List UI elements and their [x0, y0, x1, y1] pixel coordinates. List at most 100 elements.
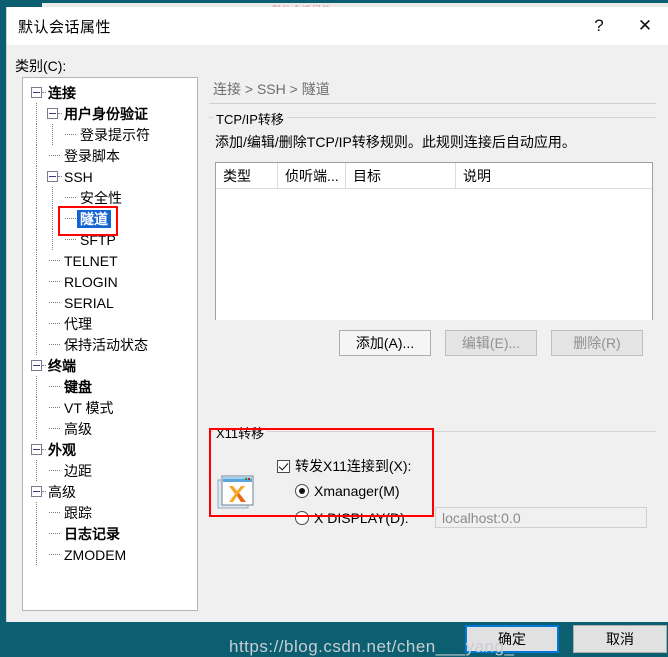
- ok-button[interactable]: 确定: [465, 625, 559, 653]
- table-column-header[interactable]: 说明: [456, 163, 652, 188]
- sidebar-item[interactable]: SSH: [23, 166, 197, 187]
- xdisplay-input: localhost:0.0: [435, 507, 647, 528]
- tree-collapse-icon[interactable]: [31, 444, 42, 455]
- sidebar-item[interactable]: SFTP: [23, 229, 197, 250]
- tree-guide: [36, 229, 38, 250]
- sidebar-item[interactable]: RLOGIN: [23, 271, 197, 292]
- sidebar-item-label: 日志记录: [64, 525, 120, 542]
- sidebar-item[interactable]: 用户身份验证: [23, 103, 197, 124]
- table-column-header[interactable]: 目标: [346, 163, 456, 188]
- sidebar-item-label: TELNET: [64, 252, 118, 269]
- sidebar-item[interactable]: ZMODEM: [23, 544, 197, 565]
- xdisplay-radio[interactable]: [295, 511, 309, 525]
- dialog-body: 类别(C): 连接 用户身份验证 登录提示符 登录脚本 SSH 安全性 隧道 SFTP TELN…: [7, 45, 668, 656]
- tree-collapse-icon[interactable]: [47, 171, 58, 182]
- tree-guide: [36, 544, 38, 565]
- tree-connector: [42, 92, 46, 94]
- tree-connector: [49, 302, 60, 304]
- sidebar-item-label: RLOGIN: [64, 273, 118, 290]
- table-body[interactable]: [216, 189, 652, 320]
- tree-connector: [49, 386, 60, 388]
- forwarding-rules-table[interactable]: 类型 侦听端... 目标 说明: [215, 162, 653, 320]
- sidebar-item[interactable]: 外观: [23, 439, 197, 460]
- tree-collapse-icon[interactable]: [31, 486, 42, 497]
- window-title: 默认会话属性: [18, 18, 112, 36]
- tree-guide: [36, 397, 38, 418]
- sidebar-item[interactable]: 保持活动状态: [23, 334, 197, 355]
- tree-connector: [49, 470, 60, 472]
- sidebar-item[interactable]: 高级: [23, 418, 197, 439]
- sidebar-item[interactable]: 登录提示符: [23, 124, 197, 145]
- close-icon[interactable]: ✕: [622, 7, 668, 45]
- tree-collapse-icon[interactable]: [31, 360, 42, 371]
- sidebar-item-label: 代理: [64, 315, 92, 332]
- cancel-button[interactable]: 取消: [573, 625, 667, 653]
- tcpip-description: 添加/编辑/删除TCP/IP转移规则。此规则连接后自动应用。: [215, 134, 576, 150]
- sidebar-item-label: 隧道: [77, 209, 111, 228]
- tcpip-forwarding-group: TCP/IP转移 添加/编辑/删除TCP/IP转移规则。此规则连接后自动应用。 …: [209, 109, 656, 413]
- sidebar-item-label: 登录脚本: [64, 147, 120, 164]
- sidebar-item[interactable]: 日志记录: [23, 523, 197, 544]
- sidebar-item-label: 高级: [48, 483, 76, 500]
- sidebar-item[interactable]: 终端: [23, 355, 197, 376]
- table-column-header[interactable]: 类型: [216, 163, 278, 188]
- title-bar: 默认会话属性 ? ✕: [7, 7, 668, 45]
- sidebar-item-label: 跟踪: [64, 504, 92, 521]
- tree-connector: [49, 281, 60, 283]
- settings-panel: 连接 > SSH > 隧道 TCP/IP转移 添加/编辑/删除TCP/IP转移规…: [209, 77, 656, 611]
- sidebar-item-label: 外观: [48, 441, 76, 458]
- tree-connector: [58, 176, 62, 178]
- tree-connector: [49, 260, 60, 262]
- tree-guide: [36, 502, 38, 523]
- sidebar-item[interactable]: 键盘: [23, 376, 197, 397]
- sidebar-item-label: 连接: [48, 84, 76, 101]
- forward-x11-checkbox-row[interactable]: 转发X11连接到(X):: [277, 456, 411, 476]
- tree-guide: [36, 418, 38, 439]
- sidebar-item-label: 保持活动状态: [64, 336, 148, 353]
- help-icon[interactable]: ?: [576, 7, 622, 45]
- tree-guide: [36, 523, 38, 544]
- window-controls: ? ✕: [576, 7, 668, 45]
- tree-collapse-icon[interactable]: [47, 108, 58, 119]
- tree-connector: [49, 323, 60, 325]
- sidebar-item[interactable]: 跟踪: [23, 502, 197, 523]
- sidebar-item[interactable]: 隧道: [23, 208, 197, 229]
- tree-guide: [52, 187, 54, 208]
- sidebar-item[interactable]: 高级: [23, 481, 197, 502]
- tree-guide: [36, 103, 38, 124]
- sidebar-item[interactable]: 登录脚本: [23, 145, 197, 166]
- tree-collapse-icon[interactable]: [31, 87, 42, 98]
- sidebar-item[interactable]: 代理: [23, 313, 197, 334]
- tree-connector: [58, 113, 62, 115]
- tree-guide: [36, 460, 38, 481]
- tree-connector: [49, 344, 60, 346]
- tree-guide: [36, 208, 38, 229]
- sidebar-item-label: SFTP: [80, 231, 116, 248]
- tree-connector: [49, 554, 60, 556]
- tree-connector: [49, 512, 60, 514]
- tree-connector: [42, 449, 46, 451]
- sidebar-item[interactable]: VT 模式: [23, 397, 197, 418]
- tree-connector: [49, 407, 60, 409]
- sidebar-item[interactable]: 安全性: [23, 187, 197, 208]
- tree-connector: [65, 218, 76, 220]
- x11-forwarding-group: X11转移 转发X11连接到(X): Xmanager(M) X DISPLAY…: [209, 423, 656, 553]
- forward-x11-checkbox[interactable]: [277, 459, 290, 473]
- sidebar-item-label: 终端: [48, 357, 76, 374]
- table-column-header[interactable]: 侦听端...: [278, 163, 346, 188]
- category-tree[interactable]: 连接用户身份验证登录提示符登录脚本 SSH 安全性 隧道 SFTP TELNET RLOGI…: [22, 77, 198, 611]
- sidebar-item-label: 用户身份验证: [64, 105, 148, 122]
- xdisplay-radio-row[interactable]: X DISPLAY(D):: [295, 510, 409, 526]
- sidebar-item[interactable]: TELNET: [23, 250, 197, 271]
- sidebar-item-label: SSH: [64, 168, 93, 185]
- session-properties-dialog: 默认会话属性 ? ✕ 类别(C): 连接 用户身份验证 登录提示符 登录脚本 SSH 安全…: [6, 7, 668, 656]
- add-rule-button[interactable]: 添加(A)...: [339, 330, 431, 356]
- xmanager-label: Xmanager(M): [314, 483, 400, 499]
- sidebar-item[interactable]: 边距: [23, 460, 197, 481]
- sidebar-item[interactable]: 连接: [23, 82, 197, 103]
- xmanager-radio[interactable]: [295, 484, 309, 498]
- tree-connector: [42, 491, 46, 493]
- x11-group-legend: X11转移: [213, 423, 268, 442]
- sidebar-item[interactable]: SERIAL: [23, 292, 197, 313]
- xmanager-radio-row[interactable]: Xmanager(M): [295, 483, 400, 499]
